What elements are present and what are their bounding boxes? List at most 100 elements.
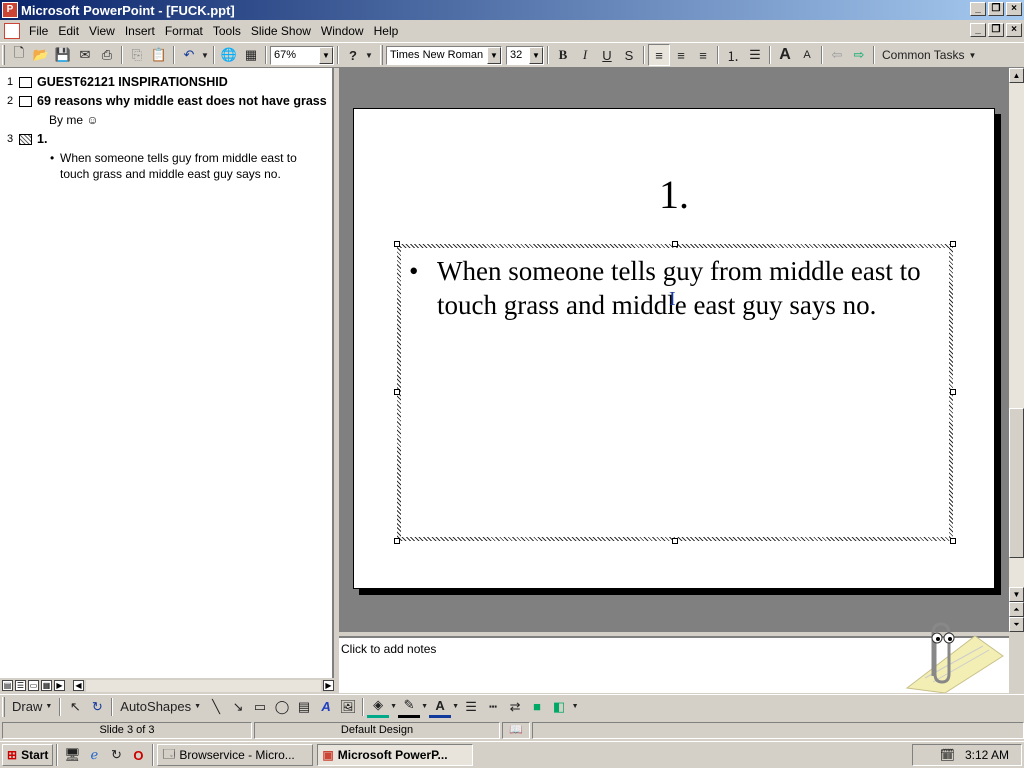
font-color-dropdown-icon[interactable]: ▼ [451, 696, 460, 718]
draw-menu-button[interactable]: Draw ▼ [8, 696, 56, 718]
vertical-scrollbar[interactable]: ▲ ▼ ⏶ ⏷ [1009, 68, 1024, 632]
menu-edit[interactable]: Edit [53, 22, 84, 40]
3d-icon[interactable]: ◧ [548, 696, 570, 718]
document-icon[interactable] [4, 23, 20, 39]
bullets-icon[interactable]: ☰ [744, 44, 766, 66]
decrease-font-icon[interactable]: A [796, 44, 818, 66]
undo-dropdown-icon[interactable]: ▼ [200, 44, 210, 66]
line-style-icon[interactable]: ☰ [460, 696, 482, 718]
minimize-button[interactable]: _ [970, 2, 986, 16]
doc-restore-button[interactable]: ❐ [988, 23, 1004, 37]
align-right-icon[interactable]: ≡ [692, 44, 714, 66]
menu-file[interactable]: File [24, 22, 53, 40]
text-box-icon[interactable]: ▤ [293, 696, 315, 718]
resize-handle[interactable] [394, 241, 400, 247]
previous-slide-icon[interactable]: ⏶ [1009, 602, 1024, 617]
increase-font-icon[interactable]: A [774, 44, 796, 66]
slideshow-icon[interactable]: ▶ [54, 680, 65, 691]
wordart-icon[interactable]: A [315, 696, 337, 718]
align-center-icon[interactable]: ≡ [670, 44, 692, 66]
common-tasks-button[interactable]: Common Tasks ▼ [878, 44, 980, 66]
resize-handle[interactable] [950, 241, 956, 247]
chevron-down-icon[interactable]: ▼ [529, 46, 543, 64]
email-icon[interactable]: ✉ [74, 44, 96, 66]
italic-button[interactable]: I [574, 44, 596, 66]
task-powerpoint[interactable]: ▣ Microsoft PowerP... [317, 744, 474, 766]
line-color-icon[interactable]: ✎ [398, 696, 421, 718]
arrow-icon[interactable]: ↘ [227, 696, 249, 718]
scroll-up-icon[interactable]: ▲ [1009, 68, 1024, 83]
slide-canvas[interactable]: 1. • When someone tells guy from middle e… [353, 108, 995, 589]
menu-slide-show[interactable]: Slide Show [246, 22, 316, 40]
ie-icon[interactable]: ℯ [83, 744, 105, 766]
restore-button[interactable]: ❐ [988, 2, 1004, 16]
outline-slide-3[interactable]: 3 1. [0, 131, 332, 147]
task-browservice[interactable]: 🗔 Browservice - Micro... [157, 744, 314, 766]
rectangle-icon[interactable]: ▭ [249, 696, 271, 718]
web-icon[interactable]: 🌐 [218, 44, 240, 66]
undo-icon[interactable]: ↶ [178, 44, 200, 66]
powerpoint-app-icon[interactable]: P [2, 2, 18, 18]
font-color-icon[interactable]: A [429, 696, 452, 718]
free-rotate-icon[interactable]: ↻ [86, 696, 108, 718]
new-icon[interactable]: 🗋 [8, 44, 30, 66]
help-icon[interactable]: ? [342, 44, 364, 66]
font-select[interactable]: Times New Roman ▼ [386, 45, 502, 65]
menu-window[interactable]: Window [316, 22, 369, 40]
resize-handle[interactable] [672, 538, 678, 544]
next-slide-icon[interactable]: ⏷ [1009, 617, 1024, 632]
scroll-thumb[interactable] [1009, 408, 1024, 558]
scroll-right-icon[interactable]: ▶ [323, 680, 334, 691]
promote-icon[interactable]: ⇦ [826, 44, 848, 66]
outline-view-icon[interactable]: ☰ [15, 680, 26, 691]
clock[interactable]: 3:12 AM [965, 748, 1009, 762]
horizontal-scrollbar[interactable] [86, 679, 321, 692]
slide-view-icon[interactable]: ▭ [28, 680, 39, 691]
resize-handle[interactable] [950, 389, 956, 395]
menu-insert[interactable]: Insert [120, 22, 160, 40]
more-options-icon[interactable]: ▼ [570, 696, 580, 718]
open-icon[interactable]: 📂 [30, 44, 52, 66]
bold-button[interactable]: B [552, 44, 574, 66]
insert-table-icon[interactable]: ▦ [240, 44, 262, 66]
menu-tools[interactable]: Tools [208, 22, 246, 40]
arrow-style-icon[interactable]: ⇄ [504, 696, 526, 718]
font-size-select[interactable]: 32 ▼ [506, 45, 544, 65]
autoshapes-menu-button[interactable]: AutoShapes ▼ [116, 696, 205, 718]
fill-dropdown-icon[interactable]: ▼ [389, 696, 398, 718]
chevron-down-icon[interactable]: ▼ [319, 46, 333, 64]
start-button[interactable]: ⊞ Start [2, 744, 54, 766]
menu-view[interactable]: View [84, 22, 120, 40]
resize-handle[interactable] [672, 241, 678, 247]
outline-bullet[interactable]: • When someone tells guy from middle eas… [0, 150, 320, 182]
tray-schedule-icon[interactable]: 🗓 [940, 748, 955, 762]
underline-button[interactable]: U [596, 44, 618, 66]
oval-icon[interactable]: ◯ [271, 696, 293, 718]
shadow-button[interactable]: S [618, 44, 640, 66]
align-left-icon[interactable]: ≡ [648, 44, 670, 66]
outline-slide-2[interactable]: 2 69 reasons why middle east does not ha… [0, 93, 332, 109]
chevron-down-icon[interactable]: ▼ [487, 46, 501, 64]
dash-style-icon[interactable]: ┅ [482, 696, 504, 718]
menu-format[interactable]: Format [160, 22, 208, 40]
save-icon[interactable]: 💾 [52, 44, 74, 66]
opera-icon[interactable]: O [127, 744, 149, 766]
notes-placeholder[interactable]: Click to add notes [341, 642, 436, 656]
zoom-select[interactable]: 67% ▼ [270, 45, 334, 65]
slide-title[interactable]: 1. [354, 171, 994, 218]
doc-close-button[interactable]: × [1006, 23, 1022, 37]
scroll-left-icon[interactable]: ◀ [73, 680, 84, 691]
line-icon[interactable]: ╲ [205, 696, 227, 718]
outline-pane[interactable]: 1 GUEST62121 INSPIRATIONSHID 2 69 reason… [0, 68, 334, 678]
resize-handle[interactable] [950, 538, 956, 544]
doc-minimize-button[interactable]: _ [970, 23, 986, 37]
outline-subtitle[interactable]: By me ☺ [0, 112, 332, 128]
sorter-view-icon[interactable]: ▦ [41, 680, 52, 691]
resize-handle[interactable] [394, 389, 400, 395]
copy-icon[interactable]: ⎘ [126, 44, 148, 66]
body-placeholder[interactable]: • When someone tells guy from middle east… [394, 241, 956, 544]
spelling-icon[interactable]: 📖 [502, 721, 530, 739]
outline-slide-1[interactable]: 1 GUEST62121 INSPIRATIONSHID [0, 74, 332, 90]
quicklaunch-icon[interactable]: ↻ [105, 744, 127, 766]
normal-view-icon[interactable]: ▤ [2, 680, 13, 691]
